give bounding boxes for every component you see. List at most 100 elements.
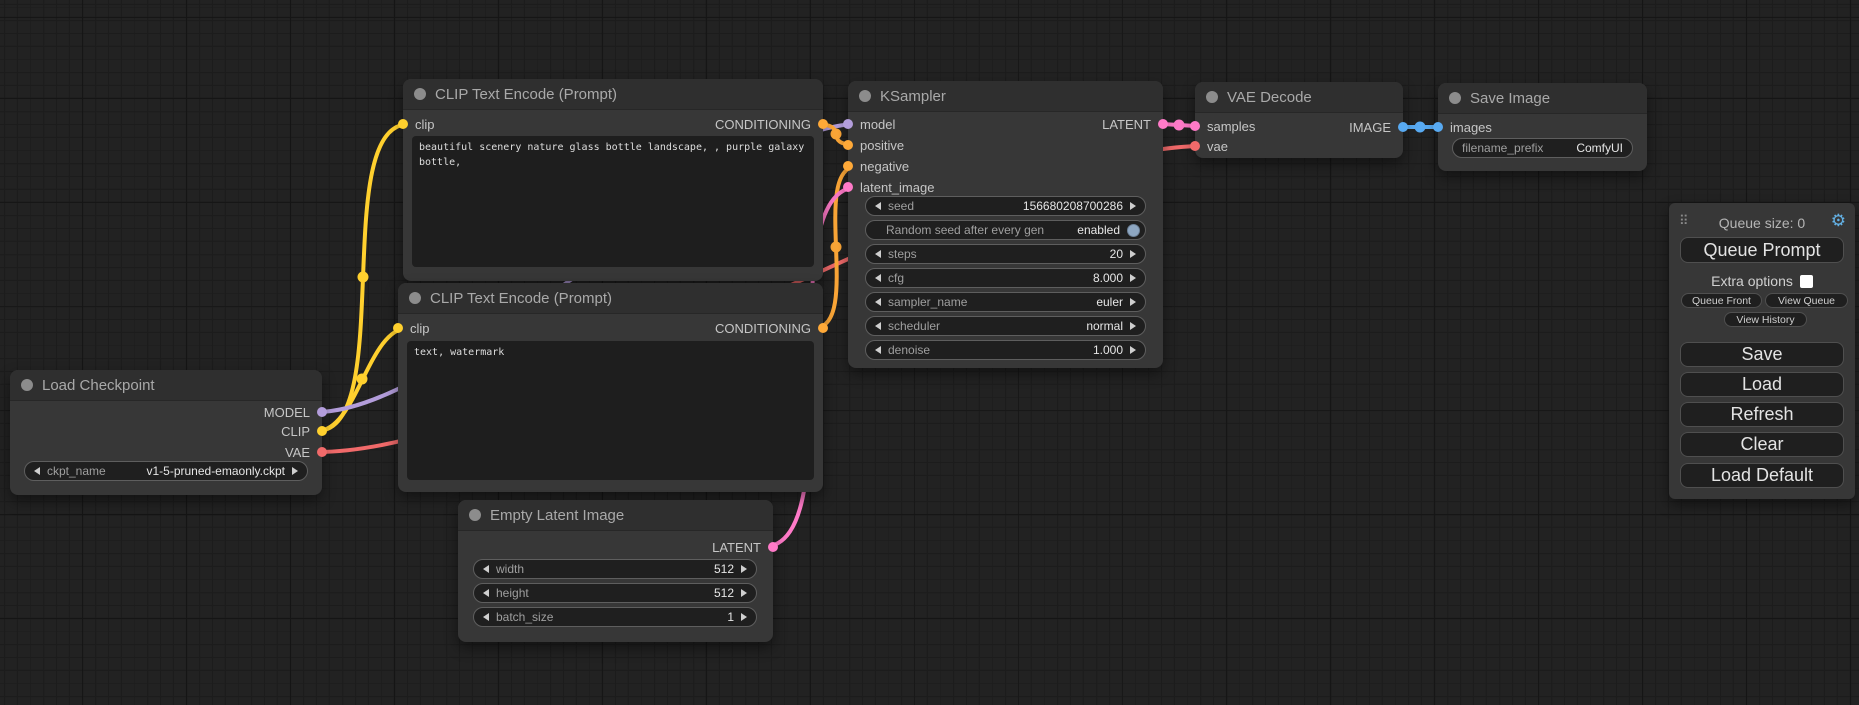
decrement-arrow-icon[interactable] [875,202,881,210]
collapse-dot-icon[interactable] [1449,92,1461,104]
node-clip-text-encode-positive[interactable]: CLIP Text Encode (Prompt) clip CONDITION… [403,79,823,281]
input-samples[interactable]: samples [1190,118,1255,134]
node-title-bar[interactable]: Save Image [1438,83,1647,114]
latent-port-dot[interactable] [768,542,778,552]
collapse-dot-icon[interactable] [409,292,421,304]
output-image[interactable]: IMAGE [1349,119,1408,135]
node-title-bar[interactable]: VAE Decode [1195,82,1403,113]
output-latent[interactable]: LATENT [1102,116,1168,132]
collapse-dot-icon[interactable] [414,88,426,100]
view-history-button[interactable]: View History [1724,312,1807,327]
increment-arrow-icon[interactable] [741,565,747,573]
latent-port-dot[interactable] [1158,119,1168,129]
vae-port-dot[interactable] [1190,141,1200,151]
clip-port-dot[interactable] [398,119,408,129]
node-empty-latent-image[interactable]: Empty Latent Image LATENT width 512 heig… [458,500,773,642]
input-vae[interactable]: vae [1190,138,1228,154]
negative-prompt-textarea[interactable]: text, watermark [407,341,814,480]
collapse-dot-icon[interactable] [21,379,33,391]
node-title-bar[interactable]: CLIP Text Encode (Prompt) [398,283,823,314]
settings-gear-icon[interactable]: ⚙ [1831,211,1846,231]
clip-port-dot[interactable] [393,323,403,333]
input-model[interactable]: model [843,116,895,132]
decrement-arrow-icon[interactable] [483,613,489,621]
clear-button[interactable]: Clear [1680,432,1844,457]
increment-arrow-icon[interactable] [1130,298,1136,306]
model-port-dot[interactable] [317,407,327,417]
queue-front-button[interactable]: Queue Front [1681,293,1762,308]
decrement-arrow-icon[interactable] [875,298,881,306]
seed-widget[interactable]: seed 156680208700286 [865,196,1146,216]
increment-arrow-icon[interactable] [1130,250,1136,258]
load-button[interactable]: Load [1680,372,1844,397]
node-ksampler[interactable]: KSampler model positive negative latent_… [848,81,1163,368]
refresh-button[interactable]: Refresh [1680,402,1844,427]
conditioning-port-dot[interactable] [818,323,828,333]
decrement-arrow-icon[interactable] [34,467,40,475]
cfg-widget[interactable]: cfg 8.000 [865,268,1146,288]
output-vae[interactable]: VAE [285,444,327,460]
input-positive[interactable]: positive [843,137,904,153]
output-conditioning[interactable]: CONDITIONING [715,116,828,132]
increment-arrow-icon[interactable] [1130,322,1136,330]
output-clip[interactable]: CLIP [281,423,327,439]
steps-widget[interactable]: steps 20 [865,244,1146,264]
load-default-button[interactable]: Load Default [1680,463,1844,488]
conditioning-port-dot[interactable] [843,140,853,150]
increment-arrow-icon[interactable] [1130,202,1136,210]
node-load-checkpoint[interactable]: Load Checkpoint MODEL CLIP VAE ckpt_name… [10,370,322,495]
node-title-bar[interactable]: CLIP Text Encode (Prompt) [403,79,823,110]
model-port-dot[interactable] [843,119,853,129]
latent-port-dot[interactable] [1190,121,1200,131]
decrement-arrow-icon[interactable] [875,322,881,330]
node-save-image[interactable]: Save Image images filename_prefix ComfyU… [1438,83,1647,171]
height-widget[interactable]: height 512 [473,583,757,603]
increment-arrow-icon[interactable] [1130,274,1136,282]
extra-options-checkbox[interactable] [1800,275,1813,288]
node-title-bar[interactable]: KSampler [848,81,1163,112]
random-seed-toggle-widget[interactable]: Random seed after every gen enabled [865,220,1146,240]
node-title-bar[interactable]: Load Checkpoint [10,370,322,401]
denoise-widget[interactable]: denoise 1.000 [865,340,1146,360]
collapse-dot-icon[interactable] [859,90,871,102]
sampler-name-widget[interactable]: sampler_name euler [865,292,1146,312]
input-clip[interactable]: clip [393,320,430,336]
increment-arrow-icon[interactable] [292,467,298,475]
batch-size-widget[interactable]: batch_size 1 [473,607,757,627]
scheduler-widget[interactable]: scheduler normal [865,316,1146,336]
node-title-bar[interactable]: Empty Latent Image [458,500,773,531]
clip-port-dot[interactable] [317,426,327,436]
queue-prompt-button[interactable]: Queue Prompt [1680,237,1844,263]
input-images[interactable]: images [1433,119,1492,135]
input-clip[interactable]: clip [398,116,435,132]
decrement-arrow-icon[interactable] [875,346,881,354]
filename-prefix-widget[interactable]: filename_prefix ComfyUI [1452,138,1633,158]
input-negative[interactable]: negative [843,158,909,174]
image-port-dot[interactable] [1433,122,1443,132]
node-clip-text-encode-negative[interactable]: CLIP Text Encode (Prompt) clip CONDITION… [398,283,823,492]
output-latent[interactable]: LATENT [712,539,778,555]
width-widget[interactable]: width 512 [473,559,757,579]
decrement-arrow-icon[interactable] [875,250,881,258]
comfyui-node-canvas[interactable]: { "colors": { "model": "#b39ddb", "clip"… [0,0,1859,705]
collapse-dot-icon[interactable] [469,509,481,521]
output-conditioning[interactable]: CONDITIONING [715,320,828,336]
node-vae-decode[interactable]: VAE Decode samples vae IMAGE [1195,82,1403,158]
decrement-arrow-icon[interactable] [483,589,489,597]
input-latent-image[interactable]: latent_image [843,179,934,195]
collapse-dot-icon[interactable] [1206,91,1218,103]
increment-arrow-icon[interactable] [741,589,747,597]
save-button[interactable]: Save [1680,342,1844,367]
conditioning-port-dot[interactable] [818,119,828,129]
toggle-knob-icon[interactable] [1127,224,1140,237]
image-port-dot[interactable] [1398,122,1408,132]
vae-port-dot[interactable] [317,447,327,457]
decrement-arrow-icon[interactable] [483,565,489,573]
increment-arrow-icon[interactable] [1130,346,1136,354]
ckpt-name-widget[interactable]: ckpt_name v1-5-pruned-emaonly.ckpt [24,461,308,481]
conditioning-port-dot[interactable] [843,161,853,171]
view-queue-button[interactable]: View Queue [1765,293,1848,308]
increment-arrow-icon[interactable] [741,613,747,621]
latent-port-dot[interactable] [843,182,853,192]
decrement-arrow-icon[interactable] [875,274,881,282]
